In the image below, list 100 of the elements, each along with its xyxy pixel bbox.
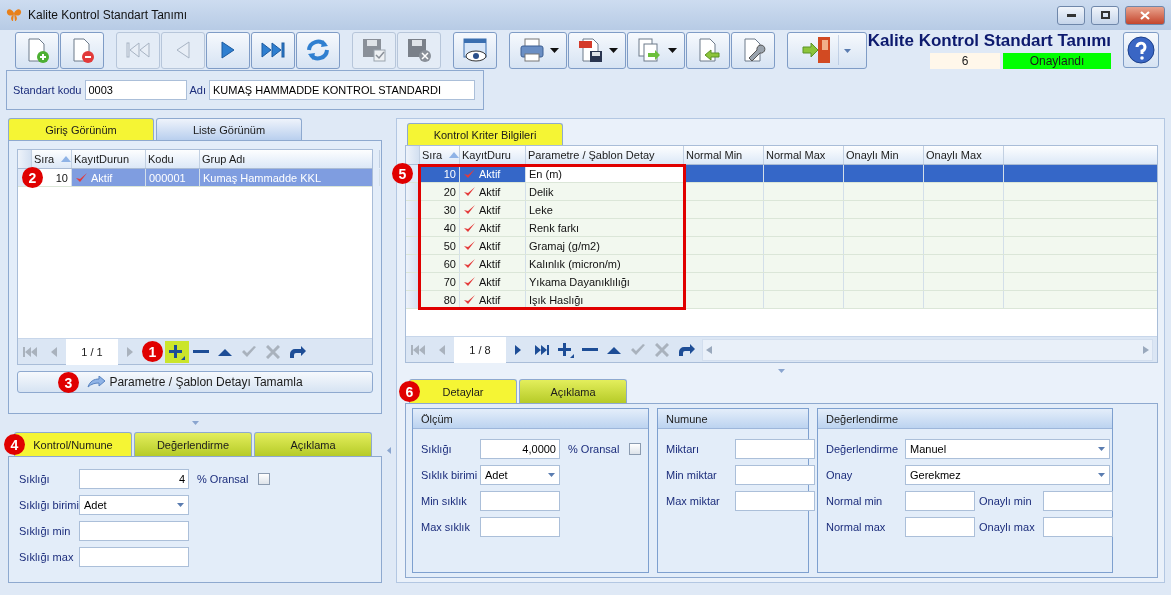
collapse-arrow-icon xyxy=(778,369,785,373)
column-header[interactable]: Parametre / Şablon Detay xyxy=(526,146,684,164)
minus-icon xyxy=(193,349,209,354)
field-label: Normal max xyxy=(826,521,887,533)
grid-row[interactable]: 80 Aktif Işık Haslığı xyxy=(406,291,1157,309)
table-cell: Kalınlık (micron/m) xyxy=(526,255,684,272)
minus-icon xyxy=(582,347,598,352)
maximize-button[interactable] xyxy=(1091,5,1119,25)
text-field[interactable] xyxy=(905,491,975,511)
caret-icon xyxy=(1098,473,1105,477)
number-field[interactable]: 4 xyxy=(79,469,189,489)
check-icon xyxy=(463,239,476,252)
dropdown-field[interactable]: Manuel xyxy=(905,439,1110,459)
grid-row[interactable]: 40 Aktif Renk farkı xyxy=(406,219,1157,237)
text-field[interactable] xyxy=(480,517,560,537)
window-eye-icon xyxy=(461,36,489,64)
table-cell: 70 xyxy=(420,273,460,290)
minimize-icon xyxy=(1066,13,1076,17)
close-button[interactable] xyxy=(1125,5,1165,25)
column-header[interactable]: Sıra xyxy=(32,150,72,168)
curved-arrow-icon xyxy=(87,376,106,388)
add-button[interactable] xyxy=(165,340,189,363)
column-header[interactable]: Kodu xyxy=(146,150,200,168)
text-field[interactable] xyxy=(79,547,189,567)
check-icon xyxy=(75,171,88,184)
text-field[interactable]: KUMAŞ HAMMADDE KONTROL STANDARDI xyxy=(209,80,475,100)
tab[interactable]: Kontrol Kriter Bilgileri xyxy=(407,123,563,145)
tab[interactable]: Değerlendirme xyxy=(134,432,252,456)
text-field[interactable] xyxy=(735,465,815,485)
column-header[interactable]: Sıra xyxy=(420,146,460,164)
column-header[interactable]: KayıtDurun xyxy=(72,150,146,168)
plus-icon xyxy=(169,343,185,360)
grid-row[interactable]: 60 Aktif Kalınlık (micron/m) xyxy=(406,255,1157,273)
complete-button[interactable]: 3 Parametre / Şablon Detayı Tamamla xyxy=(17,371,373,393)
grid-row[interactable]: 70 Aktif Yıkama Dayanıklılığı xyxy=(406,273,1157,291)
triangle-right-icon xyxy=(126,345,134,358)
table-cell: Aktif xyxy=(460,219,526,236)
table-cell: Aktif xyxy=(460,291,526,308)
sort-arrow-icon xyxy=(61,156,71,162)
text-field[interactable] xyxy=(1043,517,1113,537)
check-icon xyxy=(463,203,476,216)
dropdown-field[interactable]: Adet xyxy=(480,465,560,485)
text-field[interactable]: 0003 xyxy=(84,80,187,100)
grid-row[interactable]: 50 Aktif Gramaj (g/m2) xyxy=(406,237,1157,255)
text-field[interactable] xyxy=(905,517,975,537)
number-field[interactable]: 4,0000 xyxy=(480,439,560,459)
checkbox[interactable] xyxy=(629,443,642,455)
dropdown-field[interactable]: Adet xyxy=(79,495,189,515)
field-label: Max sıklık xyxy=(421,521,471,533)
triangle-up-icon xyxy=(607,345,621,354)
field-label: Sıklığı min xyxy=(19,525,72,537)
grid-row[interactable]: 30 Aktif Leke xyxy=(406,201,1157,219)
sort-arrow-icon xyxy=(449,152,459,158)
toolbar-button[interactable] xyxy=(568,31,626,69)
tab[interactable]: Giriş Görünüm xyxy=(8,118,154,140)
text-field[interactable] xyxy=(735,439,815,459)
tab[interactable]: Liste Görünüm xyxy=(156,118,302,140)
header-corner xyxy=(406,146,420,164)
table-cell: Aktif xyxy=(460,183,526,200)
table-cell: 40 xyxy=(420,219,460,236)
table-cell: 30 xyxy=(420,201,460,218)
horizontal-scrollbar[interactable] xyxy=(702,338,1153,361)
column-header[interactable]: Normal Min xyxy=(684,146,764,164)
column-header[interactable]: Onaylı Min xyxy=(844,146,924,164)
dropdown-field[interactable]: Gerekmez xyxy=(905,465,1110,485)
tab[interactable]: Açıklama xyxy=(519,379,627,403)
column-header[interactable]: KayıtDuru xyxy=(460,146,526,164)
collapse-arrow-icon xyxy=(191,421,199,425)
checkmark-icon xyxy=(630,342,646,357)
column-header[interactable]: Grup Adı xyxy=(200,150,380,168)
field-label: Standart kodu xyxy=(13,84,82,96)
grid-row[interactable]: 10 Aktif En (m) xyxy=(406,165,1157,183)
text-field[interactable] xyxy=(79,521,189,541)
triangle-up-icon xyxy=(218,347,232,356)
minimize-button[interactable] xyxy=(1057,5,1085,25)
page-indicator: 1 / 1 xyxy=(66,338,118,365)
skip-first-icon xyxy=(22,344,38,359)
column-header[interactable]: Onaylı Max xyxy=(924,146,1004,164)
caret-icon xyxy=(608,47,618,53)
triangle-left-icon xyxy=(50,345,58,358)
help-button[interactable] xyxy=(1123,32,1159,68)
annotation-badge: 1 xyxy=(142,341,163,362)
checkbox[interactable] xyxy=(258,473,271,485)
field-label: Sıklığı xyxy=(421,443,453,455)
cross-icon xyxy=(655,342,669,357)
text-field[interactable] xyxy=(735,491,815,511)
field-label: % Oransal xyxy=(568,443,620,455)
tab[interactable]: Açıklama xyxy=(254,432,372,456)
close-icon xyxy=(1140,10,1150,20)
table-cell: Kumaş Hammadde KKL xyxy=(200,169,380,186)
column-header[interactable]: Normal Max xyxy=(764,146,844,164)
field-label: Miktarı xyxy=(666,443,700,455)
toolbar-button[interactable] xyxy=(453,31,497,69)
text-field[interactable] xyxy=(1043,491,1113,511)
field-label: Onaylı max xyxy=(979,521,1036,533)
field-label: Onaylı min xyxy=(979,495,1033,507)
text-field[interactable] xyxy=(480,491,560,511)
cross-icon xyxy=(266,344,280,359)
redo-arrow-icon xyxy=(677,342,695,357)
grid-row[interactable]: 20 Aktif Delik xyxy=(406,183,1157,201)
